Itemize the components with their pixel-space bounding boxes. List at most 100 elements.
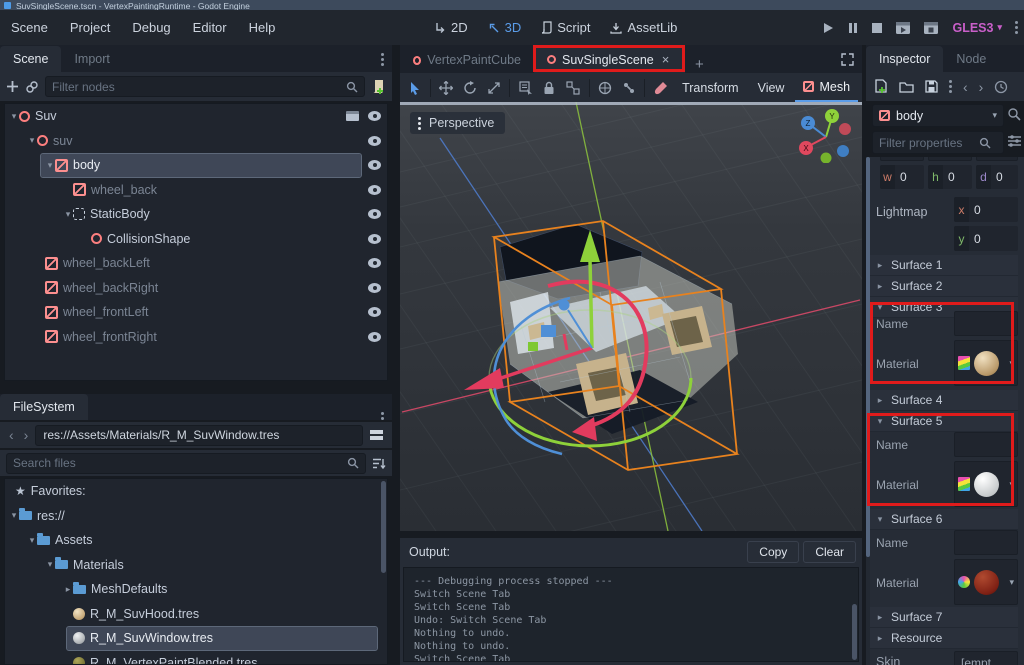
- workspace-script-button[interactable]: Script: [531, 10, 600, 45]
- section-surface-5[interactable]: ▾Surface 5: [870, 411, 1018, 432]
- filter-properties-field[interactable]: [872, 131, 1004, 154]
- play-custom-scene-button[interactable]: [924, 22, 938, 34]
- group-icon[interactable]: [563, 77, 584, 99]
- visibility-icon[interactable]: [368, 258, 381, 268]
- filesystem-menu-icon[interactable]: [381, 417, 384, 420]
- output-log[interactable]: --- Debugging process stopped --- Switch…: [403, 567, 859, 662]
- tree-row-wheel-backright[interactable]: wheel_backRight: [5, 276, 387, 301]
- save-button[interactable]: [925, 80, 938, 93]
- inspector-tools-icon[interactable]: [1007, 134, 1022, 148]
- new-resource-button[interactable]: [874, 79, 888, 94]
- tab-node[interactable]: Node: [943, 46, 999, 72]
- tree-row-wheel-back[interactable]: wheel_back: [5, 178, 387, 203]
- unique-scene-icon[interactable]: [346, 111, 359, 121]
- rotate-tool-icon[interactable]: [460, 77, 481, 99]
- clear-button[interactable]: Clear: [803, 541, 856, 563]
- surface6-material-field[interactable]: ▾: [954, 559, 1018, 605]
- fs-row-vertexpaintblended[interactable]: R_M_VertexPaintBlended.tres: [5, 651, 387, 665]
- history-forward-icon[interactable]: ›: [979, 79, 984, 95]
- tree-row-wheel-frontright[interactable]: wheel_frontRight: [5, 325, 387, 350]
- pause-button[interactable]: [848, 22, 858, 34]
- surface5-material-field[interactable]: ▾: [954, 461, 1018, 507]
- surface3-material-field[interactable]: ▾: [954, 340, 1018, 386]
- search-files-field[interactable]: [6, 453, 366, 474]
- collapse-icon[interactable]: ▾: [9, 111, 19, 122]
- tab-vertexpaintcube[interactable]: VertexPaintCube: [400, 47, 534, 73]
- visibility-icon[interactable]: [368, 111, 381, 121]
- section-resource[interactable]: ▸Resource: [870, 628, 1018, 649]
- tree-row-wheel-backleft[interactable]: wheel_backLeft: [5, 251, 387, 276]
- fs-row-meshdefaults[interactable]: ▸ MeshDefaults: [5, 577, 387, 602]
- workspace-assetlib-button[interactable]: AssetLib: [600, 10, 687, 45]
- stop-button[interactable]: [872, 23, 882, 33]
- attach-script-button[interactable]: [371, 79, 386, 94]
- fs-row-suvhood[interactable]: R_M_SuvHood.tres: [5, 602, 387, 627]
- visibility-icon[interactable]: [368, 185, 381, 195]
- collapse-icon[interactable]: ▾: [45, 160, 55, 171]
- aabb-d-field[interactable]: d0: [976, 165, 1018, 189]
- surface3-name-field[interactable]: [954, 311, 1018, 336]
- visibility-icon[interactable]: [368, 283, 381, 293]
- tab-scene[interactable]: Scene: [0, 46, 61, 72]
- menu-help[interactable]: Help: [238, 10, 287, 45]
- surface5-name-field[interactable]: [954, 432, 1018, 457]
- aabb-w-field[interactable]: w0: [880, 165, 924, 189]
- visibility-icon[interactable]: [368, 332, 381, 342]
- nav-back-icon[interactable]: ‹: [6, 427, 17, 443]
- collapse-icon[interactable]: ▾: [63, 209, 73, 220]
- visibility-icon[interactable]: [368, 307, 381, 317]
- docs-search-icon[interactable]: [1007, 107, 1022, 122]
- tree-row-suv[interactable]: ▾ Suv: [5, 104, 387, 129]
- visibility-icon[interactable]: [368, 160, 381, 170]
- toggle-split-mode-icon[interactable]: [367, 430, 386, 440]
- visibility-icon[interactable]: [368, 209, 381, 219]
- view-menu[interactable]: View: [750, 74, 793, 102]
- menu-editor[interactable]: Editor: [182, 10, 238, 45]
- close-tab-icon[interactable]: ×: [662, 52, 670, 67]
- collapse-icon[interactable]: ▾: [9, 510, 19, 521]
- collapse-icon[interactable]: ▾: [27, 135, 37, 146]
- filter-nodes-input[interactable]: [52, 80, 346, 94]
- sort-files-icon[interactable]: [372, 457, 386, 470]
- expand-viewport-icon[interactable]: [841, 53, 854, 66]
- tab-import[interactable]: Import: [61, 46, 122, 72]
- collapse-icon[interactable]: ▾: [45, 559, 55, 570]
- mesh-menu[interactable]: Mesh: [795, 74, 858, 102]
- move-tool-icon[interactable]: [436, 77, 457, 99]
- filter-properties-input[interactable]: [879, 136, 979, 150]
- lightmap-x-field[interactable]: x0: [954, 197, 1018, 222]
- fs-row-suvwindow[interactable]: R_M_SuvWindow.tres: [5, 626, 387, 651]
- list-select-icon[interactable]: [515, 77, 536, 99]
- renderer-dropdown[interactable]: GLES3▾: [952, 21, 1002, 35]
- new-scene-tab-button[interactable]: +: [685, 56, 714, 73]
- workspace-2d-button[interactable]: 2D: [424, 10, 478, 45]
- select-tool-icon[interactable]: [404, 77, 425, 99]
- scale-tool-icon[interactable]: [483, 77, 504, 99]
- section-surface-7[interactable]: ▸Surface 7: [870, 607, 1018, 628]
- history-icon[interactable]: [994, 80, 1008, 94]
- current-path[interactable]: res://Assets/Materials/R_M_SuvWindow.tre…: [35, 425, 363, 446]
- lightmap-y-field[interactable]: y0: [954, 226, 1018, 251]
- vertex-paint-icon[interactable]: [650, 77, 671, 99]
- play-scene-button[interactable]: [896, 22, 910, 34]
- expand-icon[interactable]: ▸: [63, 584, 73, 595]
- tree-row-wheel-frontleft[interactable]: wheel_frontLeft: [5, 300, 387, 325]
- lock-icon[interactable]: [539, 77, 560, 99]
- history-back-icon[interactable]: ‹: [963, 79, 968, 95]
- instance-scene-button[interactable]: [25, 80, 39, 94]
- menubar-overflow-icon[interactable]: [1015, 26, 1018, 29]
- play-button[interactable]: [823, 22, 834, 34]
- output-scrollbar[interactable]: [852, 604, 857, 660]
- visibility-icon[interactable]: [368, 136, 381, 146]
- nav-forward-icon[interactable]: ›: [21, 427, 32, 443]
- copy-button[interactable]: Copy: [747, 541, 799, 563]
- 3d-viewport[interactable]: Perspective: [400, 102, 862, 531]
- resource-options-icon[interactable]: [949, 85, 952, 88]
- collapse-icon[interactable]: ▾: [27, 535, 37, 546]
- view-axis-gizmo[interactable]: Y Z X: [798, 107, 854, 163]
- tree-row-suv-child[interactable]: ▾ suv: [5, 129, 387, 154]
- object-selector[interactable]: body ▾: [872, 104, 1004, 127]
- search-files-input[interactable]: [13, 456, 347, 470]
- tree-row-staticbody[interactable]: ▾ StaticBody: [5, 202, 387, 227]
- section-surface-6[interactable]: ▾Surface 6: [870, 509, 1018, 530]
